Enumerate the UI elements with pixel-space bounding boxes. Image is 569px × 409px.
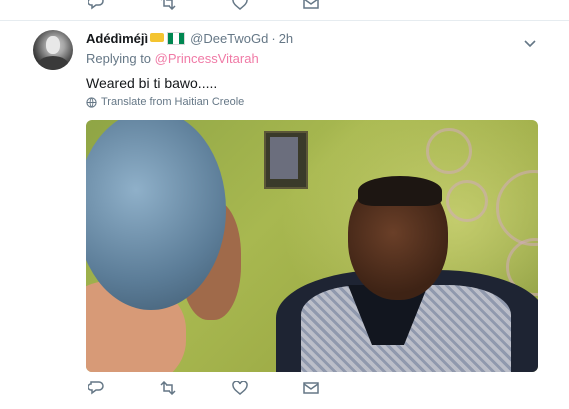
reply-to-handle-link[interactable]: @PrincessVitarah — [155, 51, 259, 66]
avatar[interactable] — [33, 30, 73, 70]
replying-to: Replying to @PrincessVitarah — [86, 51, 259, 66]
previous-tweet-actions — [0, 0, 569, 21]
reply-icon[interactable] — [88, 381, 104, 395]
timestamp[interactable]: 2h — [279, 31, 293, 46]
avatar-face — [46, 36, 60, 54]
crown-emoji-icon — [150, 33, 165, 42]
user-handle[interactable]: @DeeTwoGd — [190, 31, 268, 46]
avatar-shoulder — [37, 56, 69, 70]
retweet-icon[interactable] — [160, 381, 176, 395]
tweet-actions — [0, 381, 569, 399]
translate-link[interactable]: Translate from Haitian Creole — [86, 96, 244, 108]
direct-message-icon[interactable] — [303, 381, 319, 395]
separator-dot: · — [271, 31, 276, 46]
chevron-down-icon[interactable] — [524, 35, 536, 53]
display-name[interactable]: Adédìméjì — [86, 31, 148, 46]
replying-to-label: Replying to — [86, 51, 152, 66]
tweet-media-image[interactable] — [86, 120, 538, 372]
reply-icon[interactable] — [88, 0, 104, 10]
translate-label: Translate from Haitian Creole — [101, 96, 245, 108]
direct-message-icon[interactable] — [303, 0, 319, 10]
tweet-text: Weared bi ti bawo..... — [86, 75, 218, 91]
like-icon[interactable] — [232, 0, 248, 10]
retweet-icon[interactable] — [160, 0, 176, 10]
tweet-header: Adédìméjì @DeeTwoGd · 2h — [86, 31, 293, 46]
like-icon[interactable] — [232, 381, 248, 395]
globe-icon — [86, 96, 97, 108]
nigeria-flag-icon — [167, 32, 186, 45]
